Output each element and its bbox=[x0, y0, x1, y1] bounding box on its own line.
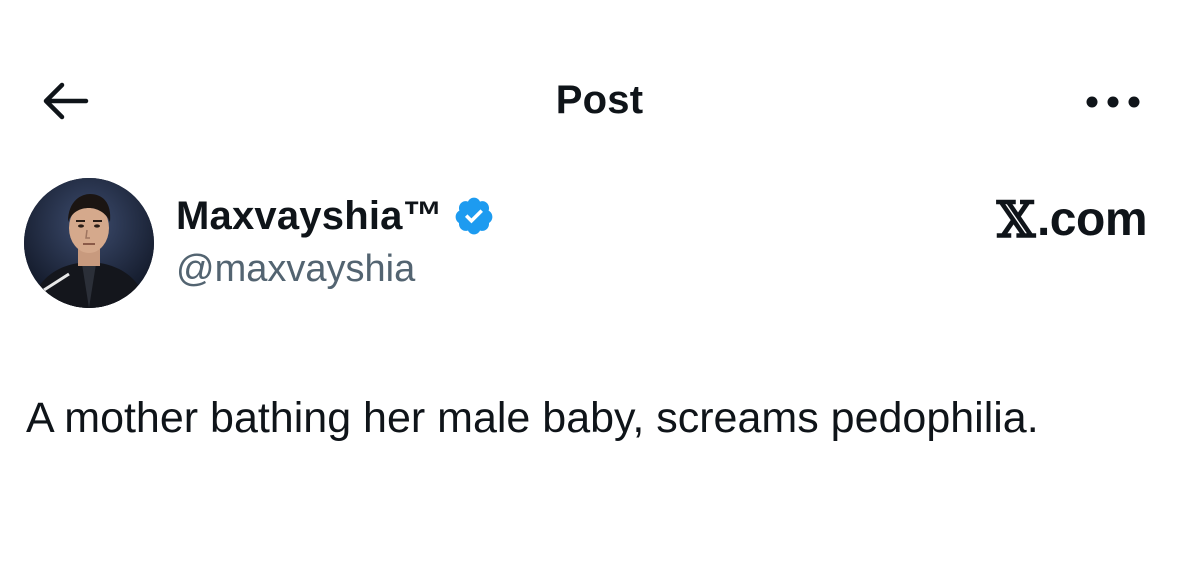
avatar[interactable] bbox=[24, 178, 154, 308]
more-options-button[interactable] bbox=[1078, 82, 1148, 122]
more-horizontal-icon bbox=[1086, 96, 1140, 108]
post-header: Post bbox=[0, 0, 1199, 200]
x-logo-icon: 𝕏 bbox=[996, 190, 1036, 249]
brand-label: .com bbox=[1036, 193, 1148, 246]
author-handle[interactable]: @maxvayshia bbox=[176, 248, 415, 291]
author-name-row[interactable]: Maxvayshia™ bbox=[176, 190, 495, 242]
verified-badge-icon[interactable] bbox=[453, 195, 495, 237]
page-title: Post bbox=[555, 78, 644, 122]
post-text: A mother bathing her male baby, screams … bbox=[26, 394, 1039, 442]
x-com-watermark: 𝕏 .com bbox=[996, 190, 1148, 249]
avatar-image bbox=[24, 178, 154, 308]
author-display-name[interactable]: Maxvayshia™ bbox=[176, 194, 443, 239]
